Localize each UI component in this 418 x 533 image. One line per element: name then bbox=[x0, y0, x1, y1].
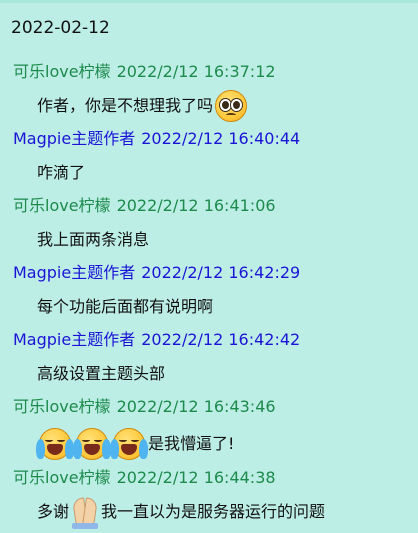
message-time: 2022/2/12 16:43:46 bbox=[116, 397, 276, 416]
message-time: 2022/2/12 16:41:06 bbox=[116, 196, 276, 215]
message-item: Magpie主题作者 2022/2/12 16:42:29 每个功能后面都有说明啊 bbox=[0, 261, 418, 328]
crying-face-icon bbox=[36, 426, 74, 462]
message-body: 高级设置主题头部 bbox=[37, 358, 165, 390]
message-body: 是我懵逼了! bbox=[36, 424, 235, 464]
message-time: 2022/2/12 16:44:38 bbox=[116, 468, 276, 487]
message-text: 每个功能后面都有说明啊 bbox=[37, 297, 214, 316]
message-time: 2022/2/12 16:40:44 bbox=[141, 129, 301, 148]
message-item: 可乐love柠檬 2022/2/12 16:44:38 多谢 我一直以为是服务器运… bbox=[0, 466, 418, 533]
message-meta: Magpie主题作者 2022/2/12 16:42:29 bbox=[13, 261, 300, 285]
sender-name[interactable]: Magpie主题作者 bbox=[13, 330, 135, 349]
folded-hands-icon bbox=[70, 495, 100, 529]
message-body: 咋滴了 bbox=[37, 157, 85, 189]
message-text: 咋滴了 bbox=[37, 163, 86, 182]
message-body: 每个功能后面都有说明啊 bbox=[37, 291, 213, 323]
sender-name[interactable]: Magpie主题作者 bbox=[13, 263, 135, 282]
message-body: 多谢 我一直以为是服务器运行的问题 bbox=[37, 495, 326, 529]
message-meta: 可乐love柠檬 2022/2/12 16:44:38 bbox=[13, 466, 276, 490]
message-text-continued: 我一直以为是服务器运行的问题 bbox=[101, 502, 326, 521]
date-header: 2022-02-12 bbox=[11, 18, 110, 38]
message-meta: 可乐love柠檬 2022/2/12 16:37:12 bbox=[13, 60, 276, 84]
pleading-face-icon bbox=[213, 88, 249, 124]
message-text: 是我懵逼了! bbox=[148, 434, 235, 453]
message-list: 可乐love柠檬 2022/2/12 16:37:12 作者，你是不想理我了吗 M… bbox=[0, 60, 418, 533]
message-time: 2022/2/12 16:37:12 bbox=[116, 62, 276, 81]
message-meta: Magpie主题作者 2022/2/12 16:42:42 bbox=[13, 328, 300, 352]
top-divider bbox=[0, 0, 418, 3]
message-body: 作者，你是不想理我了吗 bbox=[37, 90, 250, 122]
message-item: Magpie主题作者 2022/2/12 16:42:42 高级设置主题头部 bbox=[0, 328, 418, 395]
message-body: 我上面两条消息 bbox=[37, 224, 149, 256]
message-item: 可乐love柠檬 2022/2/12 16:41:06 我上面两条消息 bbox=[0, 194, 418, 261]
message-meta: 可乐love柠檬 2022/2/12 16:41:06 bbox=[13, 194, 276, 218]
message-meta: Magpie主题作者 2022/2/12 16:40:44 bbox=[13, 127, 300, 151]
crying-face-icon bbox=[110, 426, 148, 462]
sender-name[interactable]: 可乐love柠檬 bbox=[13, 196, 111, 215]
message-text: 作者，你是不想理我了吗 bbox=[37, 96, 214, 115]
message-text: 高级设置主题头部 bbox=[37, 364, 166, 383]
message-item: 可乐love柠檬 2022/2/12 16:43:46 是我懵逼了! bbox=[0, 395, 418, 466]
message-item: 可乐love柠檬 2022/2/12 16:37:12 作者，你是不想理我了吗 bbox=[0, 60, 418, 127]
crying-face-icon bbox=[73, 426, 111, 462]
sender-name[interactable]: Magpie主题作者 bbox=[13, 129, 135, 148]
sender-name[interactable]: 可乐love柠檬 bbox=[13, 62, 111, 81]
sender-name[interactable]: 可乐love柠檬 bbox=[13, 468, 111, 487]
message-text: 多谢 bbox=[37, 502, 70, 521]
message-time: 2022/2/12 16:42:42 bbox=[141, 330, 301, 349]
message-time: 2022/2/12 16:42:29 bbox=[141, 263, 301, 282]
message-meta: 可乐love柠檬 2022/2/12 16:43:46 bbox=[13, 395, 276, 419]
message-text: 我上面两条消息 bbox=[37, 230, 150, 249]
message-item: Magpie主题作者 2022/2/12 16:40:44 咋滴了 bbox=[0, 127, 418, 194]
sender-name[interactable]: 可乐love柠檬 bbox=[13, 397, 111, 416]
